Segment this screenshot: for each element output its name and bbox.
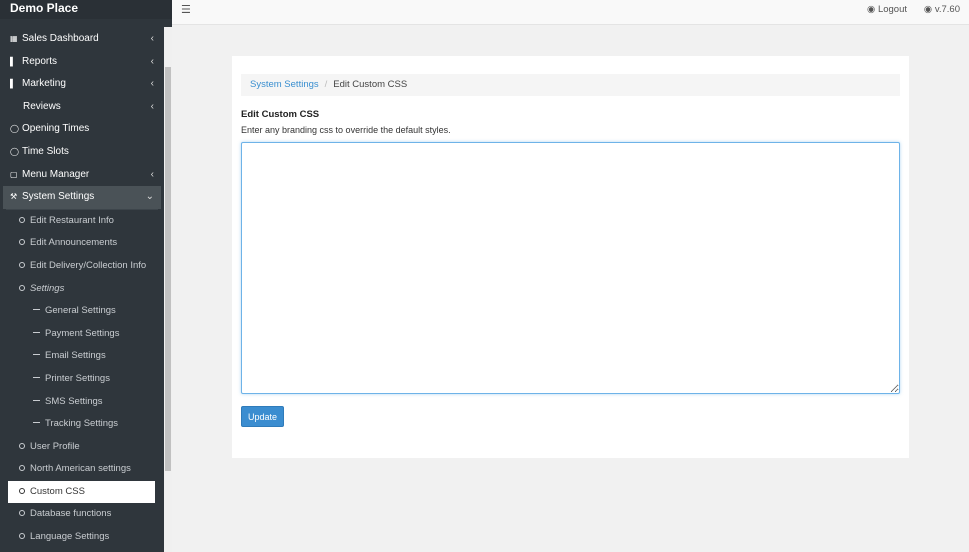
chevron-left-icon: ‹ bbox=[150, 33, 154, 44]
circle-icon bbox=[19, 487, 25, 494]
sidebar-item-time-slots[interactable]: ◯ Time Slots bbox=[3, 141, 161, 164]
logout-link[interactable]: ◉ Logout bbox=[867, 4, 907, 15]
circle-icon bbox=[19, 442, 25, 449]
sidebar-subitem-custom-css[interactable]: Custom CSS bbox=[8, 480, 155, 504]
sidebar-item-marketing[interactable]: ▌ Marketing ‹ bbox=[3, 73, 161, 96]
sidebar-subitem-edit-announcements[interactable]: Edit Announcements bbox=[3, 232, 161, 255]
sidebar-subitem-edit-restaurant-info[interactable]: Edit Restaurant Info bbox=[3, 210, 161, 233]
bar-chart-icon: ▌ bbox=[10, 56, 16, 66]
chevron-left-icon: ‹ bbox=[150, 78, 154, 90]
dash-icon bbox=[33, 309, 40, 311]
dash-icon bbox=[33, 422, 40, 424]
folder-icon: ▢ bbox=[10, 169, 18, 179]
sidebar-subitem-settings[interactable]: Settings bbox=[3, 278, 161, 301]
sidebar-subitem-sms-settings[interactable]: SMS Settings bbox=[3, 391, 161, 414]
circle-icon bbox=[19, 216, 25, 223]
sidebar-item-sales-dashboard[interactable]: ▦ Sales Dashboard ‹ bbox=[3, 28, 161, 51]
dash-icon bbox=[33, 331, 40, 333]
sidebar-subitem-payment-settings[interactable]: Payment Settings bbox=[3, 323, 161, 346]
dashboard-icon: ◉ bbox=[867, 4, 876, 15]
sidebar-item-reports[interactable]: ▌ Reports ‹ bbox=[3, 51, 161, 74]
bar-chart-icon: ▌ bbox=[10, 79, 16, 89]
sidebar-subitem-database-functions[interactable]: Database functions bbox=[3, 503, 161, 526]
sidebar-subitem-email-settings[interactable]: Email Settings bbox=[3, 345, 161, 368]
version-label: ◉ v.7.60 bbox=[923, 4, 960, 15]
chevron-left-icon: ‹ bbox=[150, 55, 154, 67]
hamburger-icon[interactable]: ☰ bbox=[181, 3, 191, 16]
custom-css-help: Enter any branding css to override the d… bbox=[241, 125, 451, 135]
sidebar-subitem-edit-delivery-collection-info[interactable]: Edit Delivery/Collection Info bbox=[3, 255, 161, 278]
sidebar-item-menu-manager[interactable]: ▢ Menu Manager ‹ bbox=[3, 164, 161, 187]
circle-icon bbox=[19, 261, 25, 268]
grid-icon: ▦ bbox=[10, 34, 18, 43]
sidebar-subitem-tracking-settings[interactable]: Tracking Settings bbox=[3, 413, 161, 436]
circle-icon bbox=[19, 533, 25, 540]
top-bar: ☰ ◉ Logout ◉ v.7.60 bbox=[172, 0, 969, 25]
sidebar-item-reviews[interactable]: Reviews ‹ bbox=[3, 96, 161, 119]
sidebar-subitem-north-american-settings[interactable]: North American settings bbox=[3, 458, 161, 481]
wrench-icon: ⚒ bbox=[10, 192, 18, 202]
sidebar-item-system-settings[interactable]: ⚒ System Settings ⌄ bbox=[3, 186, 161, 209]
breadcrumb-current: Edit Custom CSS bbox=[333, 79, 408, 90]
dash-icon bbox=[33, 354, 40, 356]
dash-icon bbox=[33, 399, 40, 401]
circle-icon bbox=[19, 239, 25, 246]
content-card: System Settings / Edit Custom CSS Edit Cus… bbox=[232, 56, 909, 458]
sidebar-scrollbar-thumb[interactable] bbox=[165, 67, 171, 471]
sidebar: Demo Place ▦ Sales Dashboard ‹ ▌ Reports ‹… bbox=[0, 0, 172, 552]
sidebar-scrollbar[interactable] bbox=[164, 27, 172, 552]
custom-css-label: Edit Custom CSS bbox=[241, 109, 320, 120]
clock-icon: ◯ bbox=[10, 124, 19, 134]
chevron-left-icon: ‹ bbox=[150, 168, 154, 180]
chevron-down-icon: ⌄ bbox=[145, 191, 154, 203]
circle-icon bbox=[19, 510, 25, 517]
breadcrumb: System Settings / Edit Custom CSS bbox=[241, 74, 900, 96]
sidebar-subitem-general-settings[interactable]: General Settings bbox=[3, 300, 161, 323]
sidebar-menu: ▦ Sales Dashboard ‹ ▌ Reports ‹ ▌ Marketing… bbox=[3, 28, 161, 549]
chevron-left-icon: ‹ bbox=[150, 100, 154, 112]
circle-icon bbox=[19, 284, 25, 291]
sidebar-subitem-printer-settings[interactable]: Printer Settings bbox=[3, 368, 161, 391]
custom-css-textarea[interactable] bbox=[241, 142, 900, 394]
circle-icon bbox=[19, 465, 25, 472]
clock-icon: ◯ bbox=[10, 146, 19, 156]
dash-icon bbox=[33, 376, 40, 378]
update-button[interactable]: Update bbox=[241, 406, 284, 427]
sidebar-subitem-language-settings[interactable]: Language Settings bbox=[3, 526, 161, 549]
breadcrumb-system-settings[interactable]: System Settings bbox=[250, 79, 319, 90]
brand-title[interactable]: Demo Place bbox=[0, 0, 172, 19]
breadcrumb-separator: / bbox=[324, 79, 328, 90]
sidebar-item-opening-times[interactable]: ◯ Opening Times bbox=[3, 118, 161, 141]
sidebar-subitem-user-profile[interactable]: User Profile bbox=[3, 436, 161, 459]
dashboard-icon: ◉ bbox=[923, 4, 933, 15]
